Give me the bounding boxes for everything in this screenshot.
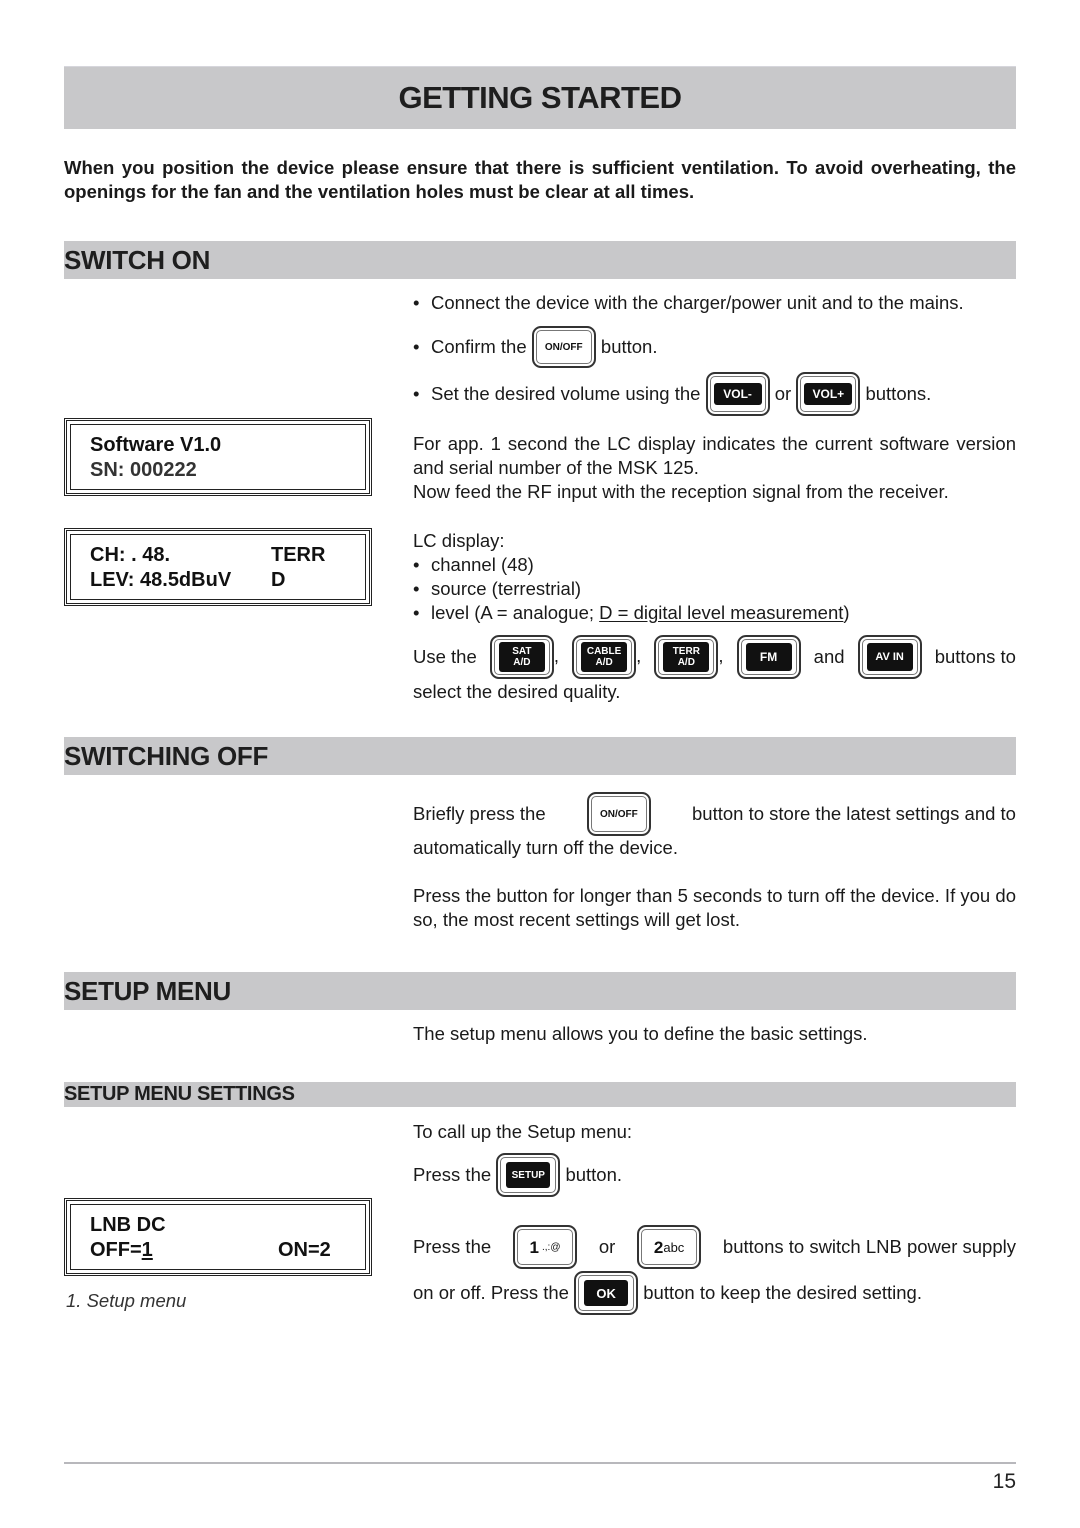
sat-key-icon: SAT A/D [489,635,554,679]
lnb-keys-line: Press the 1 .,:@ or 2 abc buttons to swit… [413,1224,1016,1270]
vol-plus-key-icon: VOL+ [796,372,861,416]
lcd-software-display: Software V1.0 SN: 000222 [64,418,372,496]
page-number: 15 [992,1470,1016,1493]
bullet-connect: Connect the device with the charger/powe… [413,291,1016,315]
lcd-mode: D [271,569,286,591]
key-1-icon: 1 .,:@ [512,1225,577,1269]
terr-key-icon: TERR A/D [654,635,719,679]
cable-key-icon: CABLE A/D [572,635,637,679]
lcd-channel: CH: . 48. [90,544,171,566]
source-keys-line: Use the SAT A/D, CABLE A/D, TERR A/D, FM an… [413,634,1016,680]
subsection-heading: SETUP MENU SETTINGS [64,1083,295,1105]
bullet-confirm: Confirm the ON/OFF button. [413,325,1016,369]
brief-press-line: Briefly press the ON/OFF button to store… [413,791,1016,837]
lcd-lnb-display: LNB DC OFF=1 ON=2 [64,1198,372,1276]
section-setup-menu-settings: SETUP MENU SETTINGS [64,1082,1016,1107]
footer-divider [64,1462,1016,1464]
lcd-level: LEV: 48.5dBuV [90,569,232,591]
lcd-on-option: ON=2 [278,1239,331,1261]
setup-intro: The setup menu allows you to define the … [413,1023,868,1044]
lcd-source: TERR [271,544,326,566]
feed-paragraph: Now feed the RF input with the reception… [413,481,949,502]
lcd-serial-number: SN: 000222 [90,459,197,481]
section-switch-on: SWITCH ON [64,241,1016,279]
fm-key-icon: FM [736,635,801,679]
onoff-key-icon: ON/OFF [586,792,651,836]
ventilation-warning: When you position the device please ensu… [64,157,1016,202]
onoff-key-icon: ON/OFF [531,326,596,368]
lcd-software-version: Software V1.0 [90,434,222,456]
call-up-text: To call up the Setup menu: [413,1121,633,1142]
software-paragraph: For app. 1 second the LC display indicat… [413,433,1016,478]
auto-off-text: automatically turn off the device. [413,837,678,858]
section-heading: SWITCHING OFF [64,740,269,771]
key-2-icon: 2 abc [637,1225,702,1269]
section-setup-menu: SETUP MENU [64,972,1016,1010]
vol-minus-key-icon: VOL- [705,372,770,416]
legend-channel: channel (48) [413,553,1016,577]
avin-key-icon: AV IN [857,635,922,679]
ok-key-icon: OK [574,1271,639,1315]
lcd-lnb-title: LNB DC [90,1214,166,1236]
legend-level: level (A = analogue; D = digital level m… [413,601,1016,625]
page-title-bar: GETTING STARTED [64,66,1016,129]
long-press-paragraph: Press the button for longer than 5 secon… [413,885,1016,930]
lcd-channel-display: CH: . 48. TERR LEV: 48.5dBuV D [64,528,372,606]
lcd-off-option: OFF=1 [90,1239,153,1261]
bullet-volume: Set the desired volume using the VOL- or… [413,371,1016,417]
section-switching-off: SWITCHING OFF [64,737,1016,775]
figure-caption: 1. Setup menu [66,1290,187,1311]
press-setup-line: Press the SETUP button. [413,1153,1016,1197]
press-ok-line: on or off. Press the OK button to keep t… [413,1271,1016,1315]
section-heading: SETUP MENU [64,975,231,1006]
lc-display-legend: LC display: channel (48) source (terrest… [413,529,1016,625]
setup-key-icon: SETUP [496,1153,561,1197]
section-heading: SWITCH ON [64,244,211,275]
legend-source: source (terrestrial) [413,577,1016,601]
select-quality-text: select the desired quality. [413,681,621,702]
page-title: GETTING STARTED [398,80,682,115]
